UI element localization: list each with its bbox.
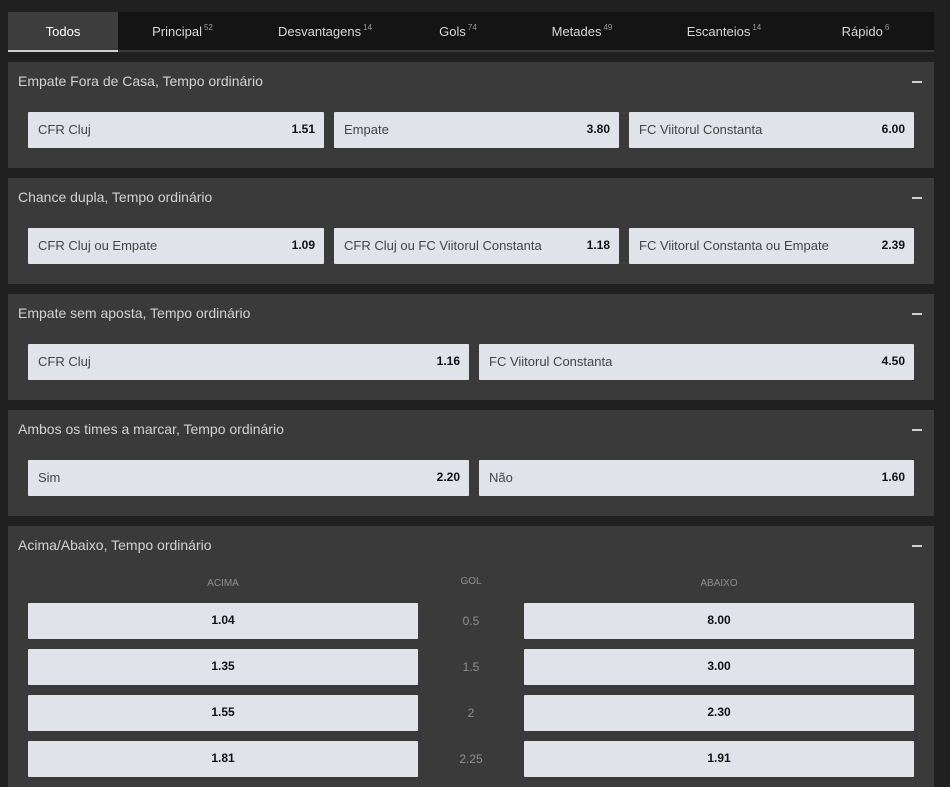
selection-price: 1.04 (211, 613, 235, 627)
selection-name: CFR Cluj ou FC Viitorul Constanta (344, 238, 542, 253)
tab-label: Rápido (841, 23, 883, 39)
market-title: Chance dupla, Tempo ordinário (18, 189, 213, 205)
odd-button[interactable]: CFR Cluj ou FC Viitorul Constanta 1.18 (334, 228, 619, 264)
tab-count: 74 (467, 22, 477, 32)
selection-price: 6.00 (881, 122, 905, 136)
odd-button-over[interactable]: 1.35 (28, 649, 418, 685)
tab-desvantagens[interactable]: Desvantagens 14 (247, 12, 403, 50)
market-header[interactable]: Acima/Abaixo, Tempo ordinário (8, 526, 934, 566)
selection-price: 1.09 (291, 238, 315, 252)
tab-label: Principal (152, 23, 202, 39)
odd-button[interactable]: FC Viitorul Constanta 4.50 (479, 344, 914, 380)
selection-price: 2.39 (881, 238, 905, 252)
selection-name: Sim (38, 470, 61, 485)
selection-name: CFR Cluj ou Empate (38, 238, 158, 253)
selection-name: FC Viitorul Constanta (489, 354, 613, 369)
market-header[interactable]: Ambos os times a marcar, Tempo ordinário (8, 410, 934, 450)
selection-name: CFR Cluj (38, 122, 91, 137)
odd-button-over[interactable]: 1.55 (28, 695, 418, 731)
tab-label: Gols (439, 23, 466, 39)
collapse-icon[interactable] (912, 189, 924, 203)
tab-label: Escanteios (686, 23, 751, 39)
tab-label: Metades (551, 23, 602, 39)
tab-rapido[interactable]: Rápido 6 (797, 12, 934, 50)
odd-button[interactable]: FC Viitorul Constanta 6.00 (629, 112, 914, 148)
odd-button-under[interactable]: 1.91 (524, 741, 914, 777)
selection-price: 1.55 (211, 705, 235, 719)
goal-line: 0.5 (462, 614, 480, 628)
selection-price: 1.18 (586, 238, 610, 252)
column-header-under: ABAIXO (700, 578, 738, 589)
market-draw-no-bet: Empate sem aposta, Tempo ordinário CFR C… (8, 294, 934, 400)
market-header[interactable]: Empate sem aposta, Tempo ordinário (8, 294, 934, 334)
selection-price: 1.35 (211, 659, 235, 673)
market-over-under: Acima/Abaixo, Tempo ordinário ACIMA GOL … (8, 526, 934, 787)
collapse-icon[interactable] (912, 537, 924, 551)
odd-button[interactable]: Sim 2.20 (28, 460, 469, 496)
odd-button[interactable]: CFR Cluj 1.16 (28, 344, 469, 380)
selection-name: FC Viitorul Constanta (639, 122, 763, 137)
selection-name: CFR Cluj (38, 354, 91, 369)
goal-line: 2 (467, 706, 475, 720)
tab-count: 6 (884, 22, 890, 32)
selection-price: 8.00 (707, 613, 731, 627)
column-header-line: GOL (460, 576, 482, 587)
odd-button[interactable]: Empate 3.80 (334, 112, 619, 148)
market-draw-away: Empate Fora de Casa, Tempo ordinário CFR… (8, 62, 934, 168)
market-btts: Ambos os times a marcar, Tempo ordinário… (8, 410, 934, 516)
goal-line: 2.25 (459, 752, 483, 766)
selection-name: FC Viitorul Constanta ou Empate (639, 238, 829, 253)
selection-price: 3.00 (707, 659, 731, 673)
selection-price: 1.81 (211, 751, 235, 765)
market-title: Acima/Abaixo, Tempo ordinário (18, 537, 212, 553)
odd-button[interactable]: CFR Cluj 1.51 (28, 112, 324, 148)
selection-price: 4.50 (881, 354, 905, 368)
selection-price: 2.20 (436, 470, 460, 484)
market-title: Empate sem aposta, Tempo ordinário (18, 305, 251, 321)
market-tabs: Todos Principal 52 Desvantagens 14 Gols 74 … (8, 12, 934, 52)
tab-label: Desvantagens (277, 23, 362, 39)
odd-button[interactable]: CFR Cluj ou Empate 1.09 (28, 228, 324, 264)
column-header-over: ACIMA (207, 578, 239, 589)
tab-metades[interactable]: Metades 49 (513, 12, 651, 50)
collapse-icon[interactable] (912, 421, 924, 435)
collapse-icon[interactable] (912, 305, 924, 319)
market-title: Empate Fora de Casa, Tempo ordinário (18, 73, 263, 89)
selection-price: 3.80 (586, 122, 610, 136)
odd-button[interactable]: Não 1.60 (479, 460, 914, 496)
odd-button-under[interactable]: 2.30 (524, 695, 914, 731)
tab-count: 49 (603, 22, 613, 32)
market-double-chance: Chance dupla, Tempo ordinário CFR Cluj o… (8, 178, 934, 284)
market-header[interactable]: Empate Fora de Casa, Tempo ordinário (8, 62, 934, 102)
odd-button-over[interactable]: 1.81 (28, 741, 418, 777)
tab-count: 14 (752, 22, 762, 32)
selection-price: 1.91 (707, 751, 731, 765)
tab-label: Todos (45, 23, 81, 39)
selection-price: 2.30 (707, 705, 731, 719)
market-title: Ambos os times a marcar, Tempo ordinário (18, 421, 284, 437)
tab-escanteios[interactable]: Escanteios 14 (651, 12, 797, 50)
collapse-icon[interactable] (912, 73, 924, 87)
selection-price: 1.16 (436, 354, 460, 368)
tab-todos[interactable]: Todos (8, 12, 118, 52)
odd-button-under[interactable]: 3.00 (524, 649, 914, 685)
selection-name: Empate (344, 122, 389, 137)
tab-principal[interactable]: Principal 52 (118, 12, 247, 50)
selection-price: 1.60 (881, 470, 905, 484)
market-header[interactable]: Chance dupla, Tempo ordinário (8, 178, 934, 218)
tab-gols[interactable]: Gols 74 (403, 12, 513, 50)
odd-button[interactable]: FC Viitorul Constanta ou Empate 2.39 (629, 228, 914, 264)
goal-line: 1.5 (462, 660, 480, 674)
tab-count: 52 (203, 22, 213, 32)
selection-price: 1.51 (291, 122, 315, 136)
selection-name: Não (489, 470, 513, 485)
tab-count: 14 (363, 22, 373, 32)
odd-button-under[interactable]: 8.00 (524, 603, 914, 639)
odd-button-over[interactable]: 1.04 (28, 603, 418, 639)
